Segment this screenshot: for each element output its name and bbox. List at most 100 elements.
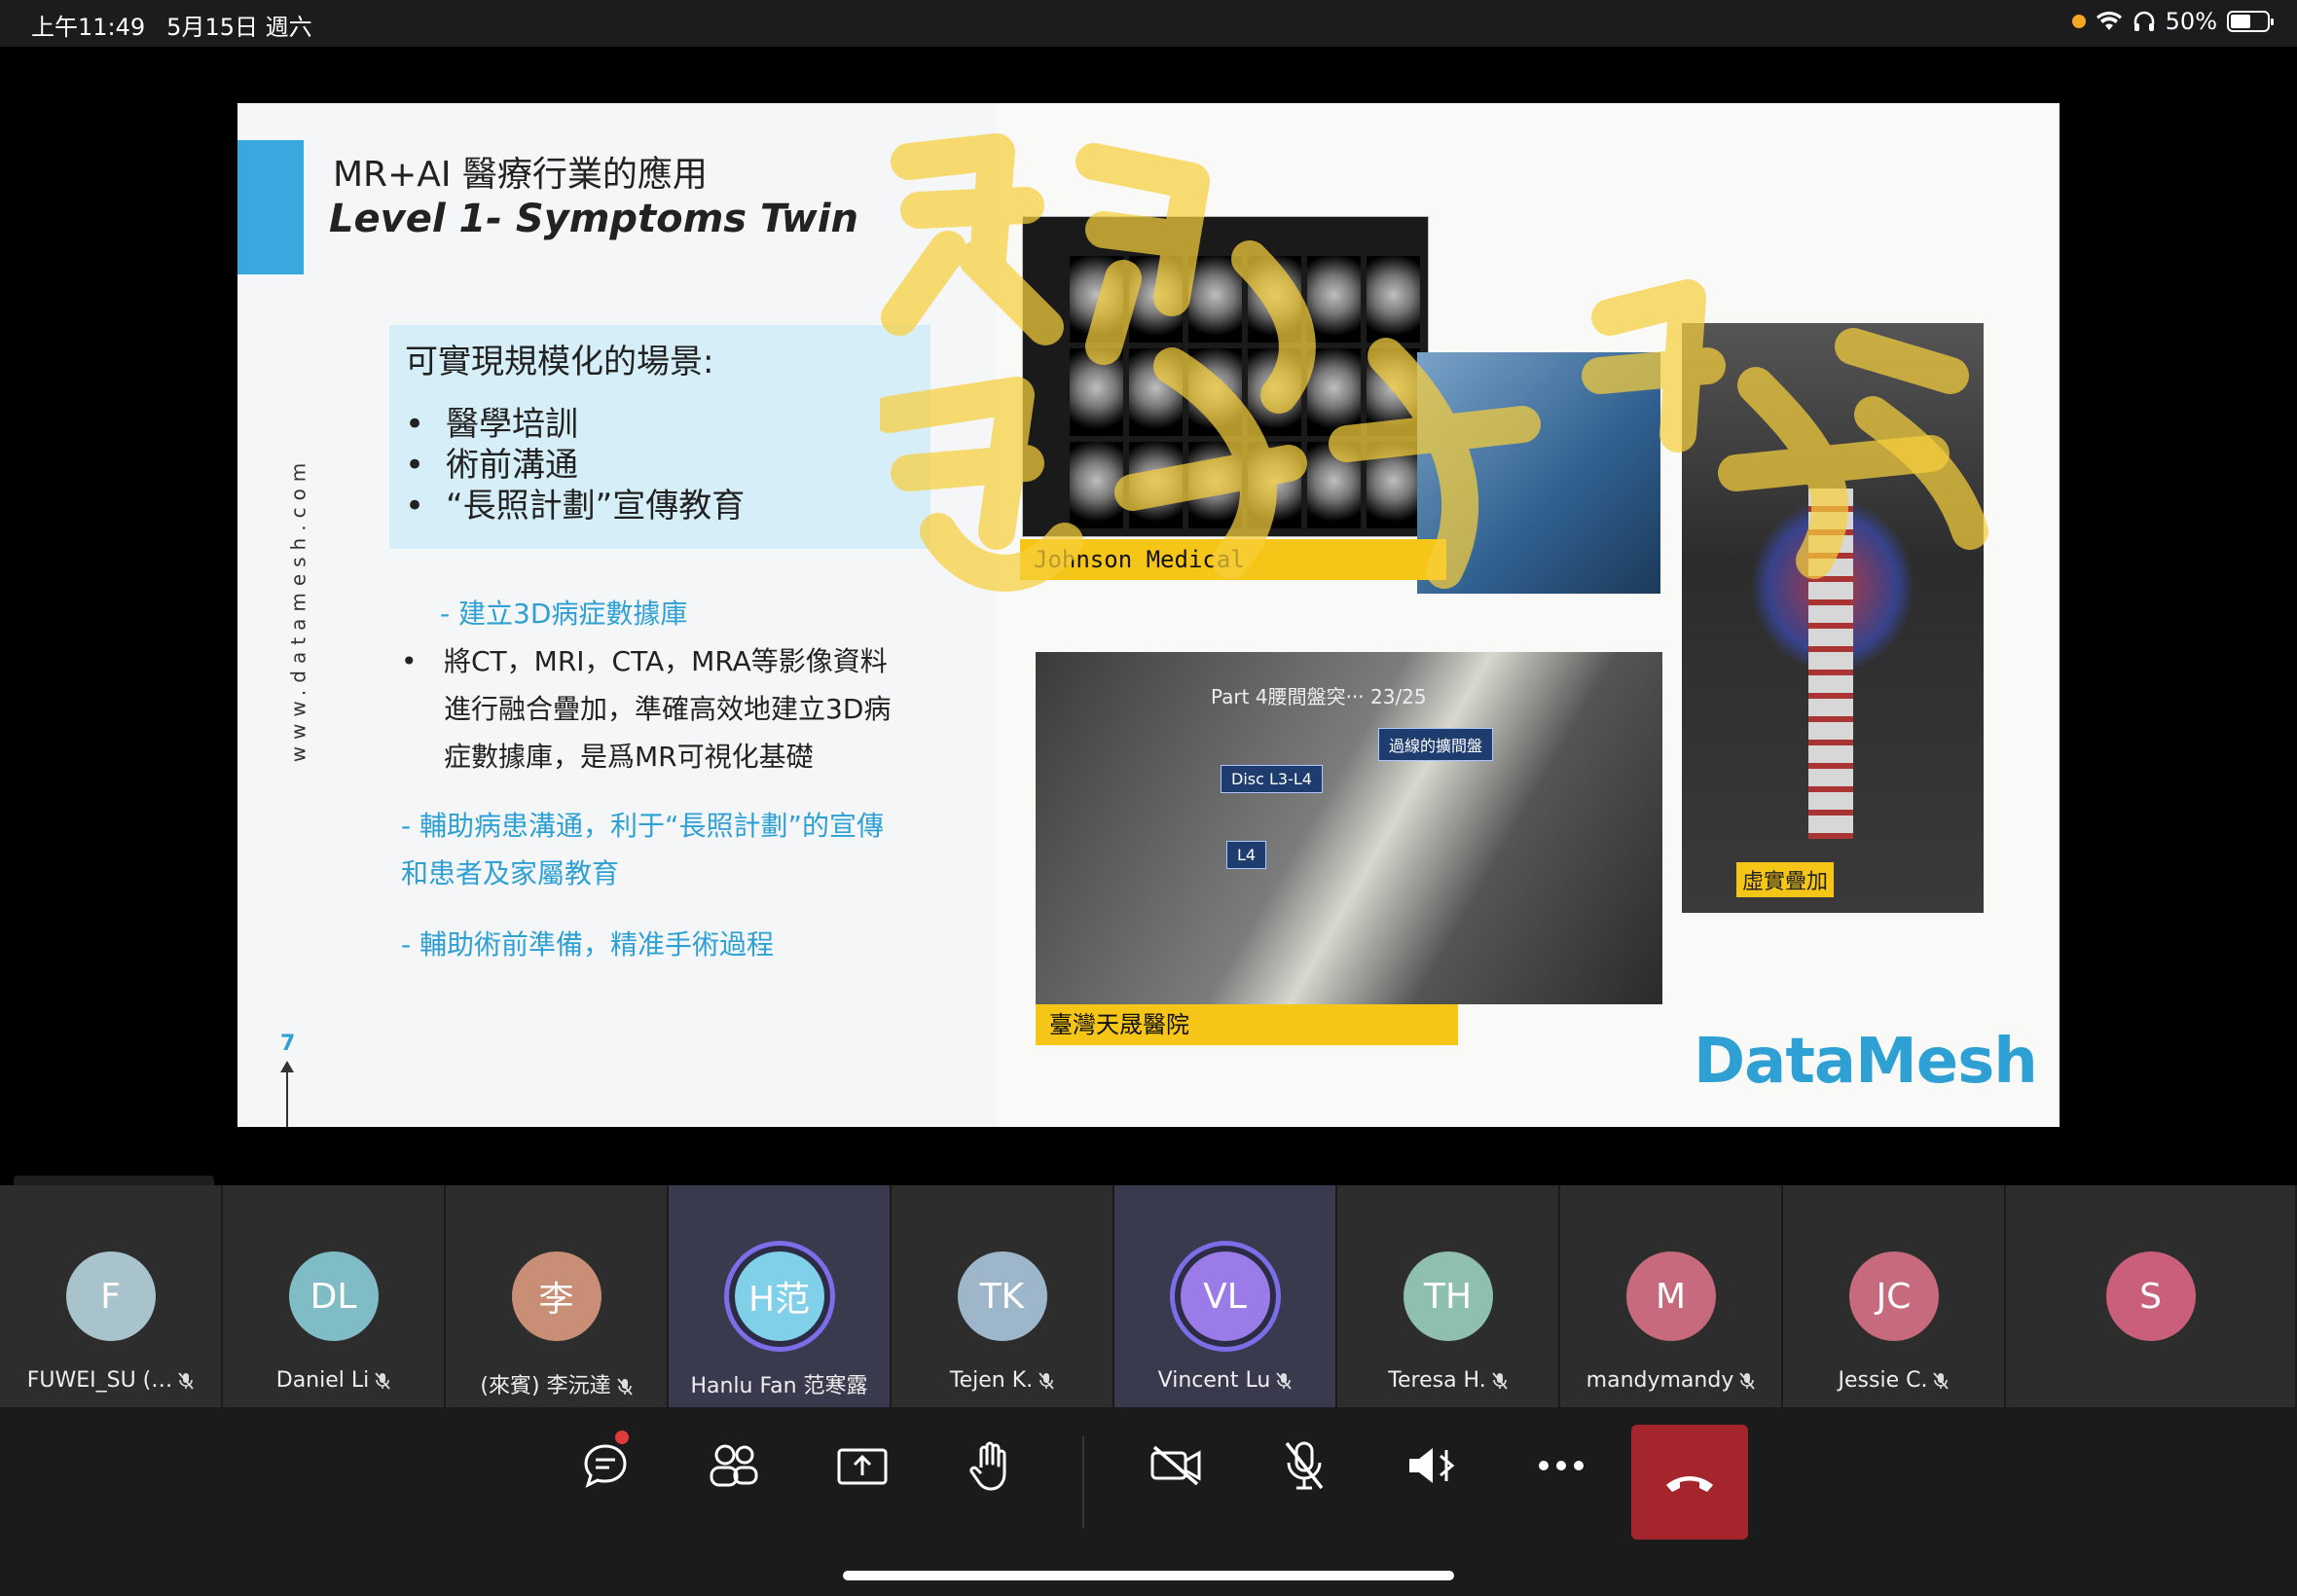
bullet-database: - 建立3D病症數據庫 (440, 598, 688, 630)
avatar: S (2105, 1251, 2196, 1341)
raise-hand-button[interactable] (942, 1427, 1039, 1505)
wifi-icon (2096, 11, 2122, 30)
avatar: TH (1403, 1251, 1493, 1341)
status-time: 上午11:49 (31, 14, 146, 41)
slide-body: - 建立3D病症數據庫 將CT，MRI，CTA，MRA等影像資料進行融合疊加，準… (401, 590, 907, 968)
participant-tile[interactable]: TH Teresa H. (1337, 1185, 1560, 1407)
avatar: 李 (511, 1251, 602, 1341)
participant-tile[interactable]: JC Jessie C. (1783, 1185, 2006, 1407)
avatar-initials: TH (1423, 1276, 1473, 1317)
slide-subtitle: Level 1- Symptoms Twin (329, 197, 858, 241)
participant-tile[interactable]: DL Daniel Li (223, 1185, 446, 1407)
status-right: 50% (2071, 8, 2274, 35)
avatar: M (1625, 1251, 1716, 1341)
speaker-icon (1409, 1448, 1455, 1483)
camera-off-icon (1150, 1445, 1201, 1486)
mic-muted-icon (1739, 1372, 1756, 1390)
participant-name-text: Daniel Li (275, 1368, 370, 1393)
scenario-title: 可實現規模化的場景: (405, 343, 714, 381)
share-screen-button[interactable] (814, 1427, 911, 1505)
hangup-icon (1666, 1476, 1713, 1492)
scenario-list: 醫學培訓 術前溝通 “長照計劃”宣傳教育 (405, 404, 915, 526)
avatar-initials: 李 (538, 1280, 574, 1320)
mic-muted-icon (1039, 1372, 1054, 1390)
raise-hand-icon (969, 1441, 1006, 1491)
participant-name-text: Hanlu Fan 范寒露 (690, 1374, 868, 1398)
mic-off-icon (1285, 1441, 1324, 1490)
participant-name-text: Vincent Lu (1157, 1368, 1271, 1393)
participant-name-text: mandymandy (1586, 1368, 1734, 1393)
participant-name-text: (來賓) 李沅達 (480, 1374, 611, 1398)
participant-tile[interactable]: TK Tejen K. (892, 1185, 1114, 1407)
avatar-speaking: VL (1180, 1251, 1270, 1341)
participant-name: Hanlu Fan 范寒露 (669, 1368, 890, 1399)
participants-button[interactable] (685, 1427, 783, 1505)
scenario-item: “長照計劃”宣傳教育 (405, 486, 915, 526)
chat-button[interactable] (557, 1427, 654, 1505)
participant-name: Jessie C. (1783, 1368, 2004, 1393)
mic-muted-icon (616, 1378, 633, 1396)
avatar-initials: M (1655, 1276, 1687, 1317)
camera-toggle-button[interactable] (1127, 1427, 1224, 1505)
chat-unread-badge (615, 1431, 629, 1444)
caption-johnson-medical: Johnson Medical (1020, 539, 1446, 580)
participant-name-text: Teresa H. (1388, 1368, 1486, 1393)
avatar-initials: JC (1876, 1276, 1912, 1317)
participant-strip[interactable]: F FUWEI_SU (… DL Daniel Li 李 (來賓) 李沅達 H范… (0, 1185, 2297, 1407)
participant-name: mandymandy (1560, 1368, 1781, 1393)
avatar-initials: F (100, 1276, 121, 1317)
battery-percent: 50% (2165, 8, 2217, 35)
mri-scan-image (1022, 216, 1429, 537)
avatar: TK (957, 1251, 1047, 1341)
mic-muted-icon (375, 1372, 390, 1390)
avatar-initials: TK (979, 1276, 1025, 1317)
participant-name: Vincent Lu (1114, 1368, 1335, 1393)
xr-overlay-label: 虛實疊加 (1736, 862, 1835, 897)
bullet-imaging: 將CT，MRI，CTA，MRA等影像資料進行融合疊加，準確高效地建立3D病症數據… (401, 637, 907, 780)
mic-muted-icon (1933, 1372, 1950, 1390)
mic-muted-icon (1276, 1372, 1292, 1390)
mic-muted-icon (178, 1372, 194, 1390)
participant-name: Teresa H. (1337, 1368, 1558, 1393)
participant-tile-active[interactable]: H范 Hanlu Fan 范寒露 (669, 1185, 892, 1407)
avatar-speaking: H范 (734, 1251, 824, 1341)
speaker-button[interactable] (1384, 1427, 1481, 1505)
participant-tile-active[interactable]: VL Vincent Lu (1114, 1185, 1337, 1407)
avatar: DL (288, 1251, 379, 1341)
participant-tile[interactable]: F FUWEI_SU (… (0, 1185, 223, 1407)
disc-label: Disc L3-L4 (1221, 765, 1323, 793)
slide-page-number: 7 (280, 1032, 296, 1056)
shared-screen-stage: MR+AI 醫療行業的應用 Level 1- Symptoms Twin 可實現… (0, 47, 2297, 1222)
participant-name-text: FUWEI_SU (… (26, 1368, 173, 1393)
participant-tile[interactable]: M mandymandy (1560, 1185, 1783, 1407)
home-indicator[interactable] (843, 1571, 1454, 1580)
avatar: JC (1848, 1251, 1939, 1341)
battery-icon (2227, 11, 2274, 32)
scenario-item: 醫學培訓 (405, 404, 915, 445)
vertebra-label: L4 (1226, 841, 1267, 869)
scenario-box: 可實現規模化的場景: 醫學培訓 術前溝通 “長照計劃”宣傳教育 (389, 325, 930, 549)
slide-title: MR+AI 醫療行業的應用 (333, 155, 708, 195)
mic-toggle-button[interactable] (1256, 1427, 1353, 1505)
headphones-icon (2133, 11, 2154, 31)
website-vertical: www.datamesh.com (263, 444, 333, 775)
avatar-initials: VL (1203, 1276, 1247, 1317)
participant-name: (來賓) 李沅達 (446, 1368, 667, 1399)
participant-tile[interactable]: S (2006, 1185, 2297, 1407)
participant-tile[interactable]: 李 (來賓) 李沅達 (446, 1185, 669, 1407)
bullet-surgery: - 輔助術前準備，精准手術過程 (401, 928, 775, 961)
presentation-slide: MR+AI 醫療行業的應用 Level 1- Symptoms Twin 可實現… (237, 103, 2060, 1127)
more-options-button[interactable] (1513, 1427, 1610, 1505)
avatar-initials: H范 (747, 1280, 811, 1320)
mic-muted-icon (1492, 1372, 1508, 1390)
status-date: 5月15日 週六 (166, 14, 312, 41)
visualization-title: Part 4腰間盤突··· 23/25 (1211, 685, 1427, 708)
participant-name-text: Jessie C. (1838, 1368, 1928, 1393)
recording-dot-icon (2071, 15, 2086, 28)
avatar-initials: S (2139, 1276, 2162, 1317)
leave-call-button[interactable] (1631, 1425, 1748, 1540)
controls-divider (1082, 1436, 1084, 1528)
arrow-line (286, 1067, 288, 1127)
bullet-communication: - 輔助病患溝通，利于“長照計劃”的宣傳和患者及家屬教育 (401, 810, 885, 889)
participant-name-text: Tejen K. (949, 1368, 1034, 1393)
